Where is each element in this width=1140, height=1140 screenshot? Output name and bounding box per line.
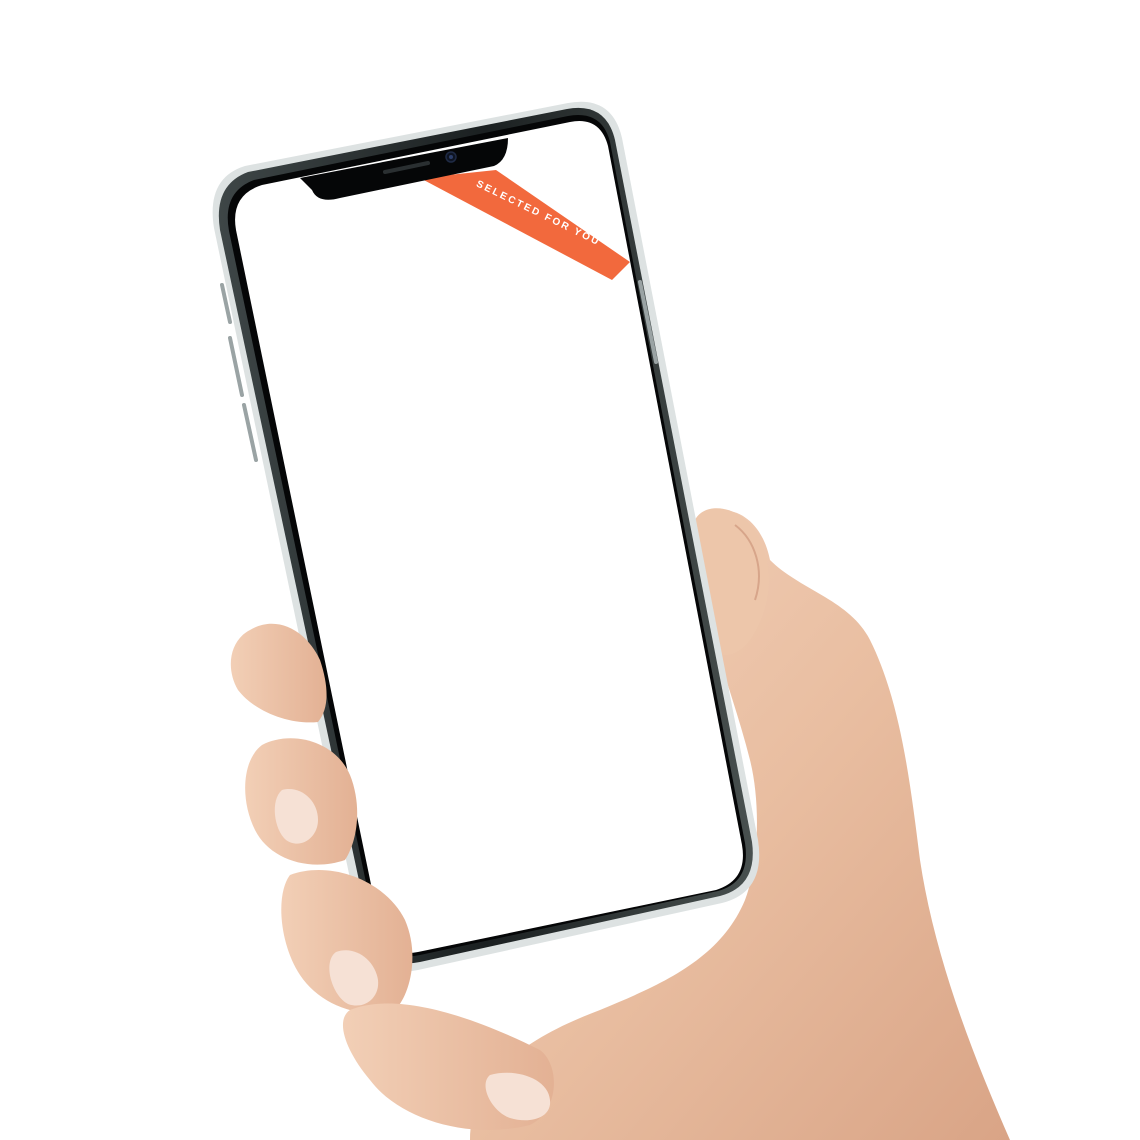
phone-device (212, 101, 760, 972)
phone-screen (235, 121, 743, 953)
mockup-scene: SELECTED FOR YOU (0, 0, 1140, 1140)
